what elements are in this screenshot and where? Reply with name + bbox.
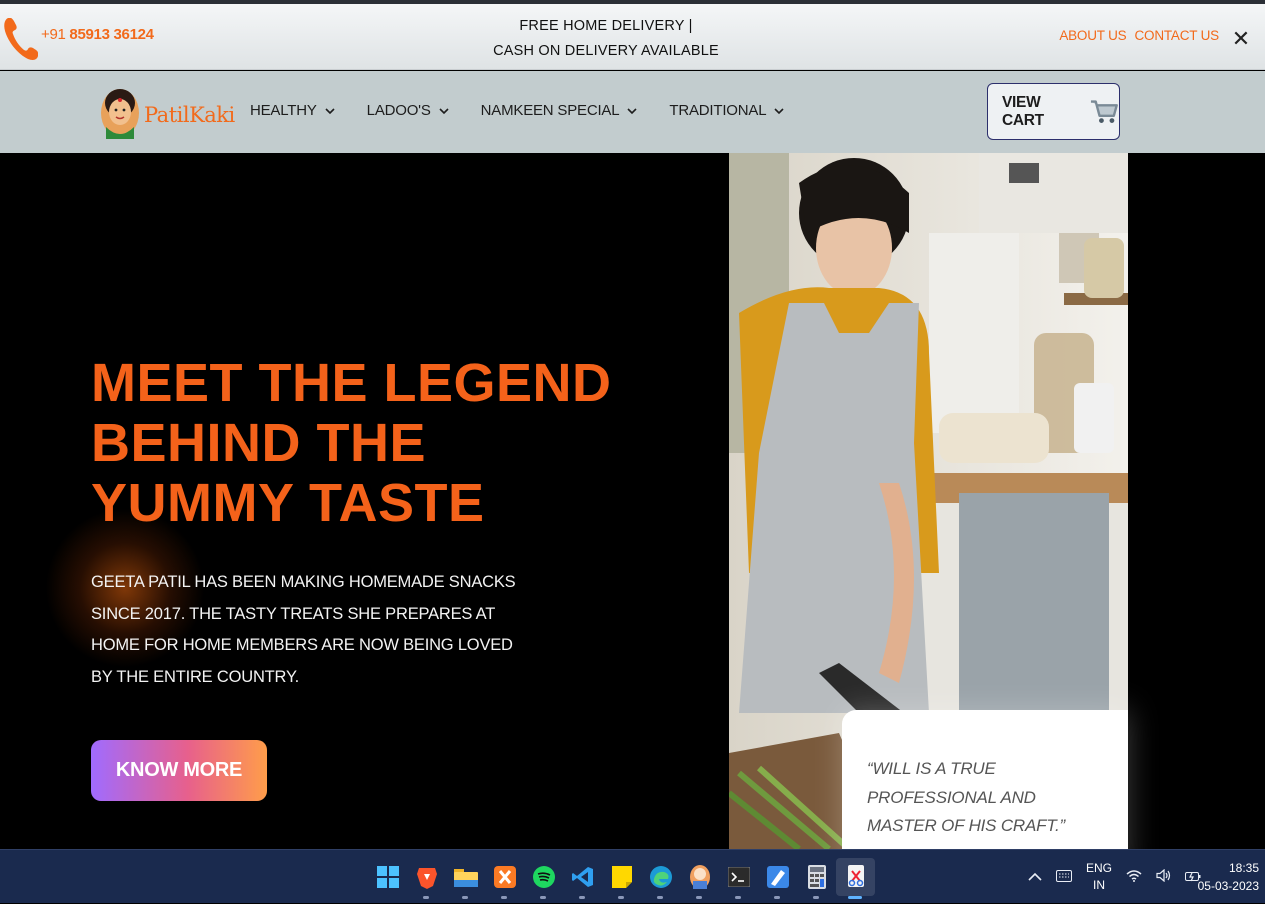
taskbar-vscode[interactable]	[563, 858, 602, 899]
start-button[interactable]	[368, 858, 407, 896]
taskbar-brave[interactable]	[407, 858, 446, 899]
vscode-icon	[571, 867, 593, 887]
chevron-down-icon	[774, 107, 784, 114]
menu-label: HEALTHY	[250, 102, 317, 119]
hero-headline: MEET THE LEGEND BEHIND THE YUMMY TASTE	[91, 353, 651, 533]
phone-icon[interactable]	[2, 16, 40, 62]
chevron-down-icon	[439, 107, 449, 114]
system-tray: ENG IN	[1028, 850, 1215, 904]
clock-time: 18:35	[1228, 861, 1259, 875]
paint-icon	[766, 866, 789, 888]
taskbar-sticky-notes[interactable]	[602, 858, 641, 899]
menu-label: LADOO'S	[366, 102, 431, 119]
promo-text: FREE HOME DELIVERY | CASH ON DELIVERY AV…	[470, 14, 742, 64]
menu-healthy[interactable]: HEALTHY	[250, 102, 335, 119]
region-code: IN	[1093, 878, 1105, 892]
logo-face-icon	[101, 89, 139, 139]
testimonial-quote: “WILL IS A TRUE PROFESSIONAL AND MASTER …	[867, 759, 1065, 835]
phone-number[interactable]: +91 85913 36124	[41, 26, 154, 43]
phone-digits: 85913 36124	[69, 26, 154, 43]
taskbar-spotify[interactable]	[524, 858, 563, 899]
view-cart-label: VIEW CART	[1002, 93, 1044, 129]
menu-label: NAMKEEN SPECIAL	[480, 102, 620, 119]
site-logo[interactable]: PatilKaki	[100, 83, 235, 143]
hero-description: GEETA PATIL HAS BEEN MAKING HOMEMADE SNA…	[91, 573, 516, 686]
announcement-bar: +91 85913 36124 FREE HOME DELIVERY | CAS…	[0, 4, 1265, 70]
top-links: ABOUT US CONTACT US	[1059, 28, 1219, 43]
taskbar-file-explorer[interactable]	[446, 858, 485, 899]
menu-namkeen-special[interactable]: NAMKEEN SPECIAL	[481, 102, 638, 119]
headline-line-2: BEHIND THE	[91, 413, 427, 473]
view-cart-button[interactable]: VIEW CART	[987, 83, 1120, 140]
promo-line-1: FREE HOME DELIVERY |	[519, 18, 693, 34]
know-more-button[interactable]: KNOW MORE	[91, 740, 267, 801]
chevron-up-icon[interactable]	[1028, 870, 1042, 885]
chevron-down-icon	[627, 107, 637, 114]
spotify-icon	[532, 866, 555, 888]
about-us-link[interactable]: ABOUT US	[1059, 28, 1126, 43]
menu-label: TRADITIONAL	[669, 102, 767, 119]
language-indicator[interactable]: ENG IN	[1086, 860, 1112, 894]
testimonial-card: “WILL IS A TRUE PROFESSIONAL AND MASTER …	[842, 710, 1128, 849]
taskbar-snipping-tool[interactable]	[836, 858, 875, 899]
terminal-icon	[727, 867, 750, 887]
chevron-down-icon	[325, 107, 335, 114]
cart-icon	[1091, 99, 1119, 123]
calculator-icon	[807, 865, 826, 889]
headline-line-1: MEET THE LEGEND	[91, 353, 612, 413]
sticky-notes-icon	[611, 866, 632, 888]
taskbar-xampp[interactable]	[485, 858, 524, 899]
clock-date: 05-03-2023	[1197, 879, 1259, 893]
category-menu: HEALTHY LADOO'S NAMKEEN SPECIAL TRADITIO…	[250, 102, 816, 119]
taskbar-calculator[interactable]	[797, 858, 836, 899]
contact-us-link[interactable]: CONTACT US	[1134, 28, 1219, 43]
brave-browser-icon	[416, 868, 437, 889]
menu-ladoos[interactable]: LADOO'S	[367, 102, 449, 119]
taskbar-edge[interactable]	[641, 858, 680, 899]
lang-code: ENG	[1086, 861, 1113, 875]
taskbar-chat-app[interactable]	[680, 858, 719, 899]
os-taskbar: ENG IN 18:35 05-03-2023	[0, 849, 1265, 903]
file-explorer-icon	[453, 869, 478, 887]
promo-line-2: CASH ON DELIVERY AVAILABLE	[493, 43, 719, 59]
taskbar-terminal[interactable]	[719, 858, 758, 899]
close-icon[interactable]: ✕	[1230, 28, 1252, 50]
system-clock[interactable]: 18:35 05-03-2023	[1198, 859, 1259, 895]
chat-app-icon	[689, 865, 710, 889]
volume-icon[interactable]	[1156, 868, 1171, 885]
logo-wordmark: PatilKaki	[144, 103, 235, 127]
taskbar-apps	[368, 858, 875, 899]
keyboard-icon[interactable]	[1056, 869, 1072, 885]
wifi-icon[interactable]	[1126, 869, 1142, 885]
phone-country-code: +91	[41, 26, 66, 43]
start-icon	[376, 866, 399, 888]
xampp-icon	[493, 866, 516, 888]
snipping-tool-icon	[847, 865, 864, 887]
headline-line-3: YUMMY TASTE	[91, 473, 485, 533]
menu-traditional[interactable]: TRADITIONAL	[669, 102, 784, 119]
taskbar-paint[interactable]	[758, 858, 797, 899]
main-navbar: PatilKaki HEALTHY LADOO'S NAMKEEN SPECIA…	[0, 71, 1265, 153]
edge-browser-icon	[649, 866, 672, 888]
hero-section: MEET THE LEGEND BEHIND THE YUMMY TASTE G…	[0, 153, 1265, 849]
